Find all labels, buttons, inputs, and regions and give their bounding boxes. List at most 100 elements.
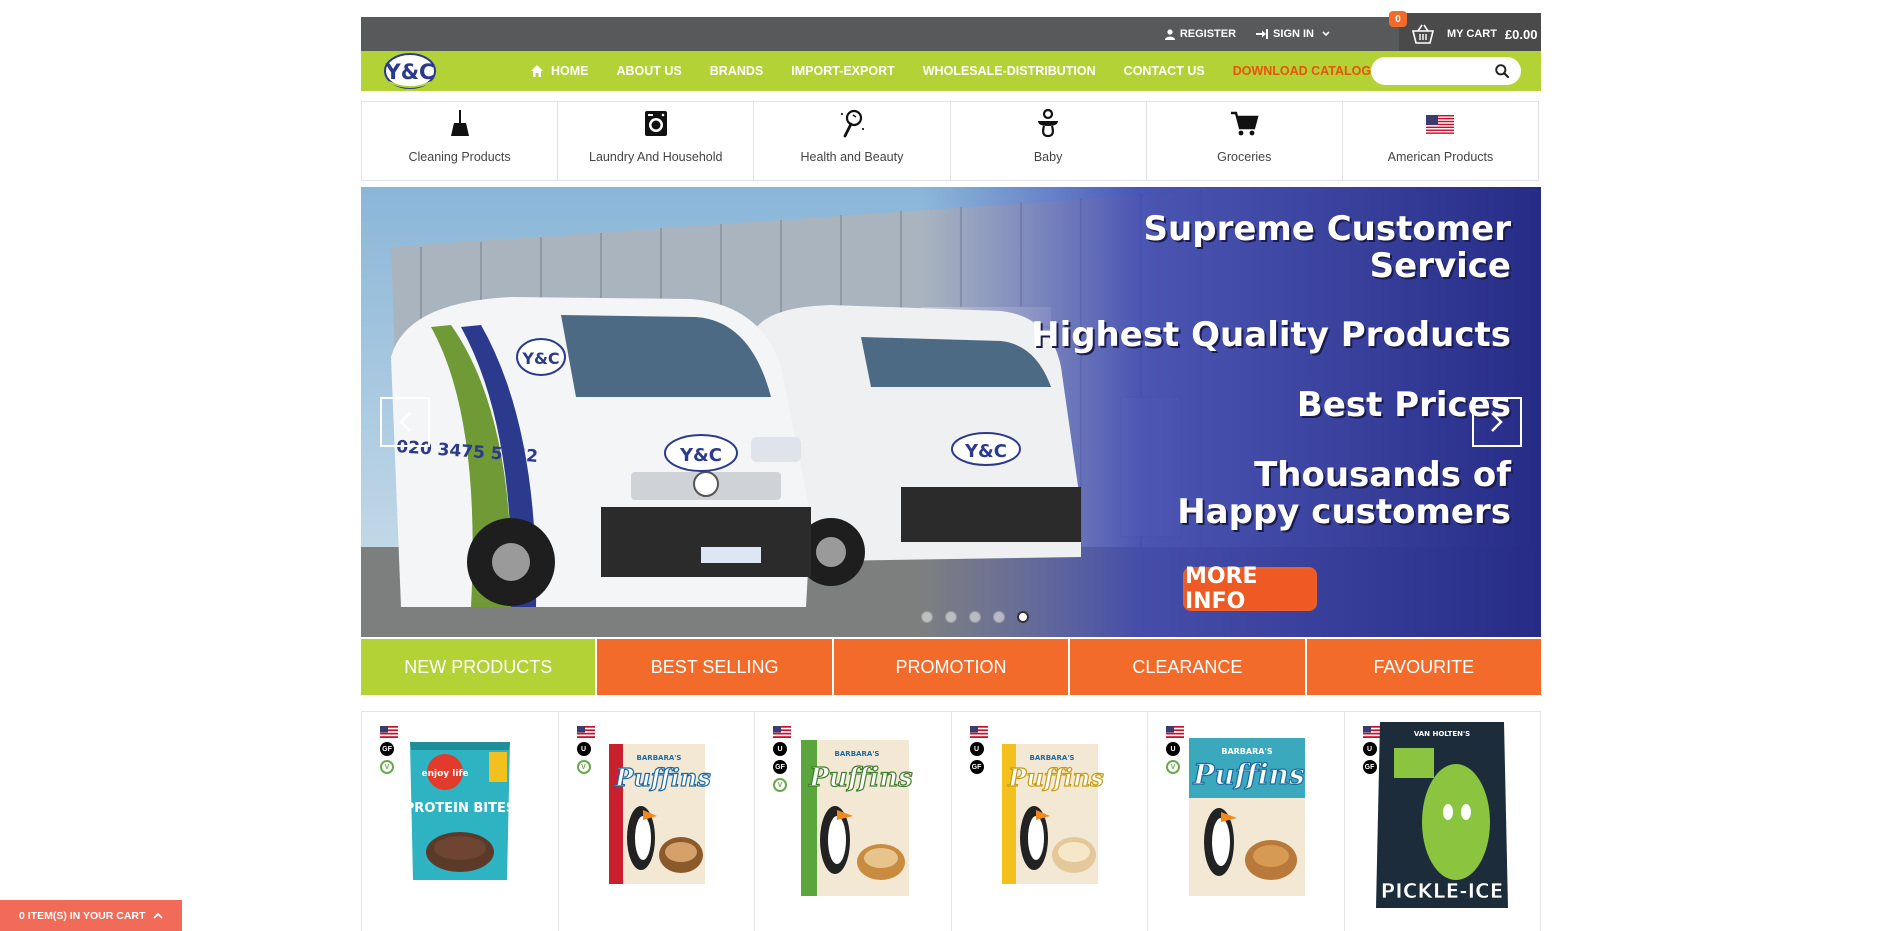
slider-dot[interactable] [969,611,981,623]
slider-dot[interactable] [945,611,957,623]
washing-machine-icon [644,111,667,136]
floating-cart-tab[interactable]: 0 ITEM(S) IN YOUR CART [0,900,182,931]
kosher-badge: U [969,742,984,756]
page-container: REGISTER SIGN IN 0 MY CART £0.00 Y&C HOM… [361,11,1542,931]
product-image: VAN HOLTEN'S PICKLE-ICE [1376,722,1509,908]
search-input[interactable] [1383,57,1493,85]
sign-in-label: SIGN IN [1273,28,1314,40]
category-health-and-beauty[interactable]: Health and Beauty [754,102,951,180]
nav-wholesale-distribution[interactable]: WHOLESALE-DISTRIBUTION [923,64,1096,78]
main-nav: Y&C HOME ABOUT US BRANDS IMPORT-EXPORT W… [361,51,1541,91]
chevron-right-icon [1491,412,1503,432]
category-bar: Cleaning Products Laundry And Household … [361,101,1539,181]
chevron-left-icon [399,412,411,432]
gluten-free-badge: GF [969,760,984,774]
category-label: Cleaning Products [408,150,511,164]
product-card[interactable]: U GF VAN HOLTEN'S PICKLE-ICE [1344,711,1541,931]
category-baby[interactable]: Baby [951,102,1147,180]
mirror-icon [840,109,864,138]
slider-dot-active[interactable] [1017,611,1029,623]
nav-brands[interactable]: BRANDS [710,64,763,78]
chevron-down-icon [1322,31,1330,37]
kosher-badge: U [773,742,787,756]
slide-line-1: Supreme Customer [1143,209,1511,249]
tab-favourite[interactable]: FAVOURITE [1306,639,1542,695]
kosher-badge: U [576,742,591,756]
slider-dot[interactable] [921,611,933,623]
product-brand: VAN HOLTEN'S [1414,730,1470,738]
slider-next-button[interactable] [1472,397,1522,447]
svg-text:Y&C: Y&C [964,441,1007,462]
product-name: PICKLE-ICE [1381,879,1504,903]
category-label: American Products [1387,150,1494,164]
product-name: Puffins [808,763,913,793]
product-brand: BARBARA'S [637,754,682,762]
search-box [1371,57,1521,85]
tab-promotion[interactable]: PROMOTION [833,639,1069,695]
product-badges: U V [576,726,595,774]
tab-new-products[interactable]: NEW PRODUCTS [361,639,596,695]
nav-contact-us[interactable]: CONTACT US [1124,64,1205,78]
product-card[interactable]: GF V enjoy life PROTEIN BITES [362,711,559,931]
user-icon [1164,28,1175,40]
slide-line-4: Thousands of [1254,455,1511,495]
nav-import-export[interactable]: IMPORT-EXPORT [791,64,894,78]
category-groceries[interactable]: Groceries [1147,102,1343,180]
category-laundry-and-household[interactable]: Laundry And Household [558,102,755,180]
product-badges: U V [1166,726,1184,774]
category-american-products[interactable]: American Products [1343,102,1538,180]
account-links: REGISTER SIGN IN [1164,17,1330,51]
kosher-badge: U [1166,742,1180,756]
chevron-up-icon [153,912,164,919]
product-card[interactable]: U GF BARBARA'S Puffins [951,711,1148,931]
vegan-badge: V [773,778,787,792]
product-image: enjoy life PROTEIN BITES [405,742,515,880]
us-flag-icon [969,726,988,738]
product-tabs: NEW PRODUCTS BEST SELLING PROMOTION CLEA… [361,639,1542,695]
search-icon[interactable] [1495,64,1509,78]
tab-clearance[interactable]: CLEARANCE [1070,639,1305,695]
slider-prev-button[interactable] [380,397,430,447]
product-card[interactable]: U V BARBARA'S Puffins [1148,711,1345,931]
mini-cart[interactable]: 0 MY CART £0.00 [1389,11,1541,55]
category-label: Laundry And Household [589,150,723,164]
product-name: Puffins [615,763,712,792]
slider-dots [921,611,1029,623]
sign-in-icon [1256,29,1269,39]
svg-text:Y&C: Y&C [385,60,435,84]
nav-download-catalogue[interactable]: DOWNLOAD CATALOGUE [1233,64,1389,78]
category-label: Baby [1033,150,1063,164]
product-name: Puffins [1192,758,1305,791]
product-image: BARBARA'S Puffins [1002,744,1104,884]
product-image: BARBARA'S Puffins [609,744,712,884]
vegan-badge: V [380,760,394,774]
slide-line-4b: Happy customers [1177,492,1511,532]
gluten-free-badge: GF [380,742,394,756]
yc-logo[interactable]: Y&C [383,52,437,90]
vegan-badge: V [1166,760,1180,774]
register-link[interactable]: REGISTER [1164,28,1237,40]
us-flag-icon [1166,726,1184,738]
product-badges: GF V [380,726,398,774]
nav-home-label: HOME [551,64,589,78]
slider-dot[interactable] [993,611,1005,623]
product-name: PROTEIN BITES [405,801,515,816]
floating-cart-label: 0 ITEM(S) IN YOUR CART [19,909,146,922]
product-brand: enjoy life [421,769,468,779]
tab-best-selling[interactable]: BEST SELLING [597,639,832,695]
nav-home[interactable]: HOME [531,64,589,78]
svg-text:Y&C: Y&C [679,445,722,466]
product-card[interactable]: U V BARBARA'S Puffins [558,711,755,931]
slide-line-2: Highest Quality Products [1031,315,1511,355]
register-label: REGISTER [1179,28,1237,40]
category-cleaning-products[interactable]: Cleaning Products [362,102,559,180]
more-info-button[interactable]: MORE INFO [1183,564,1317,614]
home-icon [531,65,543,77]
slide-headline: Supreme Customer Service Highest Quality… [1031,211,1511,531]
sign-in-link[interactable]: SIGN IN [1256,28,1330,40]
top-bar: REGISTER SIGN IN 0 MY CART £0.00 [361,11,1541,55]
nav-about-us[interactable]: ABOUT US [617,64,682,78]
broom-icon [450,110,469,136]
product-card[interactable]: U GF V BARBARA'S Puffins [755,711,952,931]
us-flag-icon [1426,115,1455,134]
